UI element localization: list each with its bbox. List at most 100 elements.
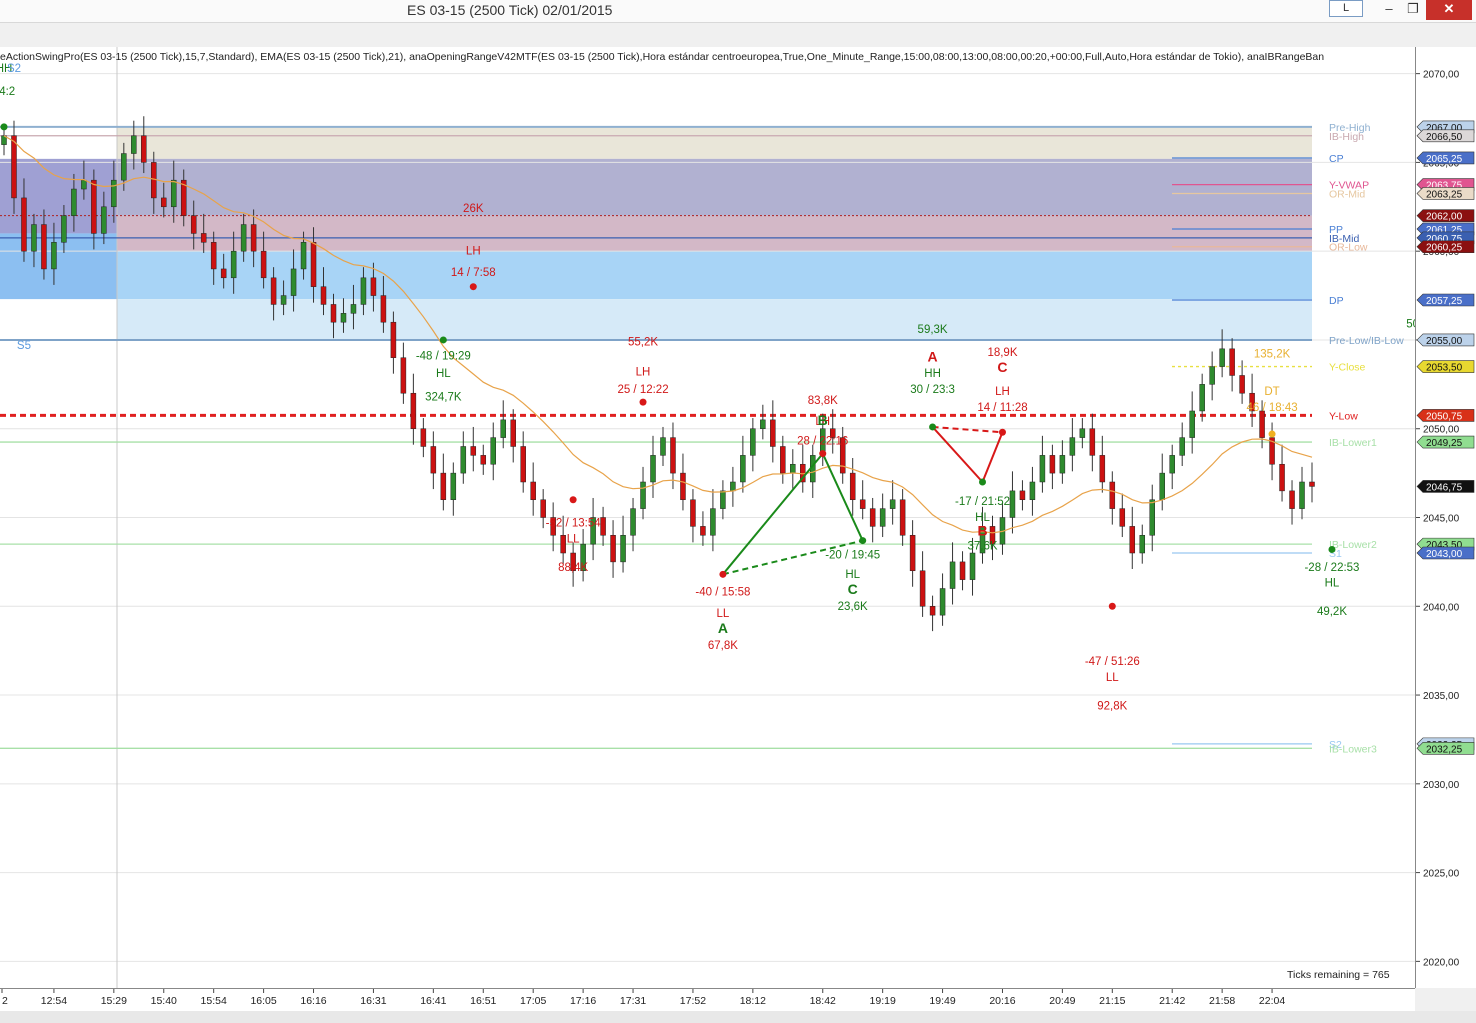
swing-annotation: 135,2K [1254, 349, 1291, 361]
swing-annotation: 28 / 22:16 [797, 436, 848, 448]
price-chart[interactable]: Pre-HighIB-HighCPY-VWAPOR-MidPPIB-MidOR-… [0, 47, 1457, 988]
x-tick-label: 17:31 [620, 995, 646, 1007]
swing-annotation: 59,3K [918, 324, 948, 336]
candle-body [1129, 526, 1136, 554]
candle-body [869, 508, 876, 527]
x-tick-label: 15:40 [151, 995, 177, 1007]
swing-annotation: 92,8K [1097, 700, 1127, 712]
x-tick-label: 19:49 [929, 995, 955, 1007]
window-titlebar: ES 03-15 (2500 Tick) 02/01/2015 L – ❐ ✕ [0, 0, 1476, 23]
swing-annotation: 37,6K [967, 540, 997, 552]
candle-body [690, 499, 696, 527]
candle-body [1159, 472, 1165, 500]
candle-body [200, 233, 207, 243]
candle-body [630, 508, 636, 536]
swing-annotation: 83,8K [808, 395, 838, 407]
level-label: IB-High [1329, 131, 1364, 143]
level-label: CP [1329, 153, 1344, 165]
swing-annotation: 55,2K [628, 336, 658, 348]
pattern-leg-ab [722, 452, 824, 575]
candle-body [1199, 384, 1205, 412]
swing-annotation: 30 / 23:3 [910, 384, 955, 396]
x-tick-label: 12:54 [41, 995, 67, 1007]
swing-annotation: 88,4K [558, 562, 588, 574]
candle-body [101, 206, 107, 234]
level-label: Y-Close [1329, 362, 1366, 374]
candle-body [360, 277, 367, 305]
candle-body [660, 437, 666, 456]
swing-annotation: HH [924, 368, 941, 380]
candle-body [1099, 455, 1106, 483]
candle-body [1279, 463, 1285, 492]
window-title: ES 03-15 (2500 Tick) 02/01/2015 [407, 2, 613, 18]
time-axis[interactable]: 2 12:54 15:29 15:40 15:54 16:05 16:16 16:31 16:4… [0, 988, 1415, 1012]
swing-annotation: -52 / 13:54 [546, 517, 602, 529]
candle-body [720, 490, 726, 509]
candle-body [780, 446, 786, 474]
candle-body [11, 135, 17, 199]
candle-body [1019, 490, 1026, 500]
x-tick-label: 21:58 [1209, 995, 1235, 1007]
candle-body [919, 570, 926, 607]
candle-body [1229, 348, 1235, 376]
indicator-legend: eActionSwingPro(ES 03-15 (2500 Tick),15,… [0, 51, 1325, 63]
candle-body [1219, 348, 1225, 367]
y-tick-label: 2035,00 [1423, 691, 1460, 702]
candle-body [929, 606, 936, 616]
layout-button[interactable]: L [1329, 0, 1363, 17]
candle-body [680, 472, 686, 500]
candle-body [849, 472, 856, 500]
level-label: DP [1329, 295, 1344, 307]
pattern-leg-red-ab [931, 426, 984, 483]
candle-body [230, 250, 237, 279]
x-tick-label: 16:16 [300, 995, 326, 1007]
swing-annotation: HL [436, 368, 451, 380]
pattern-letter: C [848, 581, 858, 597]
candle-body [470, 446, 477, 456]
candle-body [161, 197, 167, 208]
price-badge-label: 2043,00 [1426, 549, 1463, 560]
price-badge-label: 2057,25 [1426, 296, 1463, 307]
status-bar [0, 1011, 1476, 1023]
candle-body [1299, 481, 1305, 509]
x-tick-label: 22:04 [1259, 995, 1285, 1007]
x-tick-label: 2 [2, 995, 8, 1007]
pattern-leg-red-bc [981, 431, 1004, 483]
candle-body [1139, 535, 1146, 554]
x-tick-label: 16:31 [360, 995, 386, 1007]
swing-dot [1328, 545, 1336, 553]
y-tick-label: 2020,00 [1423, 957, 1460, 968]
candle-body [250, 224, 257, 252]
pattern-letter: B [818, 412, 828, 428]
price-axis[interactable]: 2070,002065,002060,002055,002050,002045,… [1415, 47, 1476, 988]
range-band-blue-left [0, 233, 117, 300]
candle-body [1189, 410, 1195, 438]
candle-body [1079, 428, 1086, 438]
candle-body [41, 224, 47, 270]
candle-body [1209, 366, 1215, 385]
candle-body [300, 242, 307, 270]
chart-panel[interactable]: Pre-High IB-High CP Y-VWAP OR-Mid PP IB-Mid OR-… [0, 47, 1457, 988]
swing-annotation: -47 / 51:26 [1085, 656, 1140, 668]
candle-body [969, 552, 976, 580]
candle-body [1089, 428, 1096, 456]
candle-body [81, 179, 87, 190]
swing-dot [819, 450, 827, 458]
candle-body [1069, 437, 1076, 456]
swing-annotation: 25 / 12:22 [617, 384, 668, 396]
maximize-icon[interactable]: ❐ [1402, 0, 1424, 20]
swing-dot [1108, 602, 1116, 610]
candle-body [879, 508, 886, 527]
candle-body [500, 419, 506, 438]
swing-dot [0, 123, 8, 131]
candle-body [91, 179, 97, 234]
candle-body [121, 153, 127, 181]
y-tick-label: 2030,00 [1423, 780, 1460, 791]
y-tick-label: 2040,00 [1423, 602, 1460, 613]
pattern-letter: A [718, 620, 728, 636]
close-icon[interactable]: ✕ [1426, 0, 1472, 20]
candle-body [520, 446, 526, 483]
candle-body [770, 419, 776, 447]
candle-body [510, 419, 516, 447]
minimize-icon[interactable]: – [1378, 0, 1400, 20]
